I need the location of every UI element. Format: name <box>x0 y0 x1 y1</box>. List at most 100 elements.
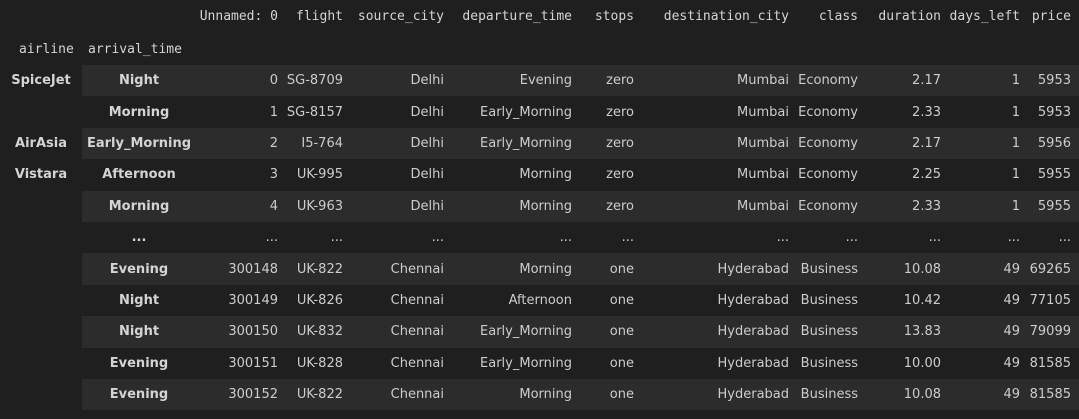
row-index-arrival-time: ... <box>131 230 147 246</box>
cell-stops: zero <box>606 104 634 120</box>
row-index-arrival-time: Night <box>118 292 160 308</box>
row-index-arrival-time: Early_Morning <box>82 127 196 160</box>
cell-class: Economy <box>797 190 866 222</box>
cell-stops: one <box>609 355 634 371</box>
cell-destination-city: Mumbai <box>642 190 797 222</box>
empty-header <box>196 33 1079 65</box>
cell-class: Economy <box>797 65 866 97</box>
cell-days-left: 49 <box>949 316 1028 348</box>
cell-departure-time: Early_Morning <box>452 316 580 348</box>
cell-class: Economy <box>798 167 858 183</box>
cell-price: 5955 <box>1028 190 1079 222</box>
cell-class: ... <box>845 230 858 246</box>
cell-price: 69265 <box>1028 253 1079 285</box>
dataframe-table: Unnamed: 0 flight source_city departure_tim… <box>0 0 1079 411</box>
cell-unnamed-0: 3 <box>269 167 278 183</box>
cell-stops: one <box>609 292 634 308</box>
cell-class: Business <box>797 378 866 411</box>
cell-price: 79099 <box>1028 316 1079 348</box>
row-index-arrival-time: Afternoon <box>102 167 176 183</box>
cell-departure-time: Morning <box>452 190 580 222</box>
cell-unnamed-0: 300149 <box>228 292 278 308</box>
cell-flight: I5-764 <box>286 127 351 160</box>
cell-duration: 2.25 <box>912 167 941 183</box>
table-body: SpiceJet Night 0 SG-8709 Delhi Evening zero Mum… <box>0 65 1079 411</box>
cell-duration: 10.08 <box>866 378 949 411</box>
cell-source-city: Chennai <box>351 378 452 411</box>
table-row: SpiceJet Night 0 SG-8709 Delhi Evening zero Mum… <box>0 65 1079 128</box>
table-row: Morning 1 SG-8157 Delhi Early_Morning zero Mum… <box>0 96 1079 127</box>
column-header-duration: duration <box>878 9 941 24</box>
dataframe-output: Unnamed: 0 flight source_city departure_tim… <box>0 0 1079 419</box>
table-row: Vistara Afternoon 3 UK-995 Delhi Morning zero M… <box>0 159 1079 411</box>
cell-stops: zero <box>606 167 634 183</box>
cell-destination-city: Mumbai <box>642 65 797 97</box>
cell-unnamed-0: 0 <box>196 65 286 97</box>
cell-stops: ... <box>621 230 634 246</box>
cell-days-left: ... <box>1007 230 1020 246</box>
cell-flight: UK-995 <box>296 167 343 183</box>
cell-stops: one <box>580 316 642 348</box>
cell-price: 81585 <box>1028 378 1079 411</box>
cell-unnamed-0: 4 <box>196 190 286 222</box>
table-row: Morning 4 UK-963 Delhi Morning zero Mumbai Econ… <box>0 190 1079 222</box>
table-row: Night 300150 UK-832 Chennai Early_Morning one… <box>0 316 1079 348</box>
cell-flight: SG-8157 <box>286 104 343 120</box>
column-header-destination-city: destination_city <box>663 9 789 24</box>
cell-destination-city: ... <box>776 230 789 246</box>
cell-flight: UK-963 <box>286 190 351 222</box>
cell-days-left: 49 <box>1003 292 1020 308</box>
empty-header <box>82 0 196 33</box>
cell-stops: zero <box>580 65 642 97</box>
cell-departure-time: Morning <box>452 378 580 411</box>
cell-destination-city: Hyderabad <box>642 378 797 411</box>
cell-days-left: 49 <box>949 253 1028 285</box>
cell-source-city: ... <box>431 230 444 246</box>
table-row: AirAsia Early_Morning 2 I5-764 Delhi Early_Mo… <box>0 127 1079 160</box>
cell-source-city: Chennai <box>390 355 444 371</box>
cell-unnamed-0: 300151 <box>228 355 278 371</box>
cell-price: 5956 <box>1028 127 1079 160</box>
cell-departure-time: Early_Morning <box>452 127 580 160</box>
cell-duration: 10.08 <box>866 253 949 285</box>
cell-days-left: 1 <box>1011 104 1020 120</box>
column-header-source-city: source_city <box>357 9 444 24</box>
row-index-airline: AirAsia <box>0 127 82 160</box>
cell-stops: one <box>580 253 642 285</box>
cell-class: Business <box>797 316 866 348</box>
cell-flight: UK-822 <box>286 253 351 285</box>
cell-flight: UK-832 <box>286 316 351 348</box>
index-header-arrival-time: arrival_time <box>88 41 182 57</box>
cell-price: 81585 <box>1029 355 1071 371</box>
index-header-airline: airline <box>19 41 74 57</box>
cell-price: 77105 <box>1029 292 1071 308</box>
cell-departure-time: Evening <box>452 65 580 97</box>
column-header-stops: stops <box>594 9 634 24</box>
cell-departure-time: Afternoon <box>508 292 572 308</box>
column-header-row: Unnamed: 0 flight source_city departure_tim… <box>0 0 1079 33</box>
cell-departure-time: Early_Morning <box>480 355 572 371</box>
cell-duration: 2.17 <box>866 65 949 97</box>
cell-source-city: Chennai <box>351 316 452 348</box>
cell-source-city: Delhi <box>351 65 452 97</box>
cell-unnamed-0: ... <box>265 230 278 246</box>
cell-flight: UK-828 <box>296 355 343 371</box>
cell-departure-time: Morning <box>519 167 572 183</box>
cell-duration: ... <box>928 230 941 246</box>
cell-duration: 2.33 <box>866 190 949 222</box>
cell-stops: zero <box>580 127 642 160</box>
table-row: Evening 300151 UK-828 Chennai Early_Morning o… <box>0 348 1079 379</box>
column-header-price: price <box>1031 9 1071 24</box>
cell-destination-city: Hyderabad <box>642 316 797 348</box>
cell-unnamed-0: 1 <box>269 104 278 120</box>
cell-source-city: Delhi <box>351 190 452 222</box>
row-index-airline: SpiceJet <box>0 65 82 128</box>
cell-unnamed-0: 2 <box>196 127 286 160</box>
cell-duration: 2.33 <box>912 104 941 120</box>
row-index-arrival-time: Morning <box>108 104 170 120</box>
cell-days-left: 49 <box>1003 355 1020 371</box>
cell-destination-city: Mumbai <box>642 127 797 160</box>
cell-class: Business <box>797 253 866 285</box>
cell-class: Economy <box>798 104 858 120</box>
table-row: ................................. <box>0 222 1079 253</box>
